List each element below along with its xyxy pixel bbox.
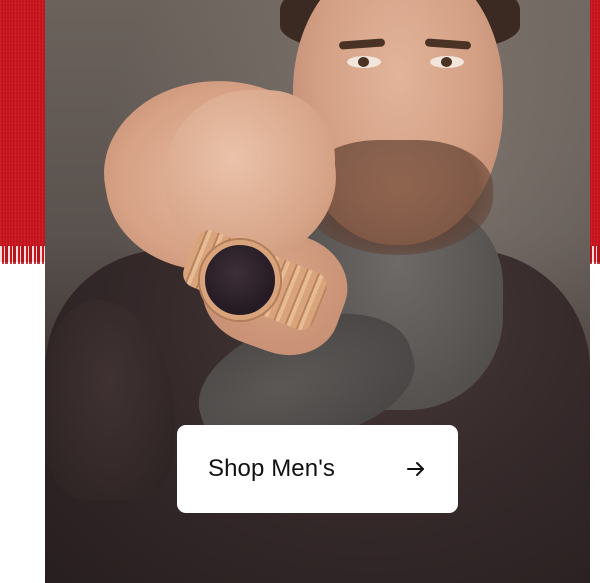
arrow-right-icon bbox=[407, 462, 424, 476]
watch-dial bbox=[200, 240, 280, 320]
shop-mens-button[interactable]: Shop Men's bbox=[177, 425, 458, 513]
shop-mens-label: Shop Men's bbox=[208, 455, 335, 482]
left-eye bbox=[347, 56, 381, 68]
front-hand bbox=[165, 90, 335, 260]
right-eye bbox=[430, 56, 464, 68]
promo-banner: Shop Men's bbox=[0, 0, 600, 583]
